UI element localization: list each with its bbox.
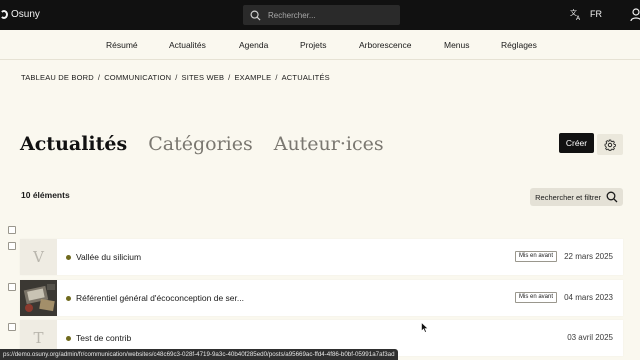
status-dot [66, 336, 71, 341]
svg-text:A: A [576, 15, 581, 20]
breadcrumb-separator: / [97, 73, 101, 82]
breadcrumb: TABLEAU DE BORD / COMMUNICATION / SITES … [21, 73, 330, 82]
menu-item-arborescence[interactable]: Arborescence [359, 40, 411, 50]
items-count: 10 éléments [21, 190, 70, 200]
search-icon [606, 191, 618, 203]
gear-icon [604, 139, 616, 151]
link-status-bar: ps://demo.osuny.org/admin/fr/communicati… [0, 349, 398, 360]
search-input[interactable] [268, 10, 388, 20]
list-item[interactable]: V Vallée du silicium Mis en avant 22 mar… [20, 239, 623, 275]
post-date: 03 avril 2025 [567, 333, 613, 342]
settings-button[interactable] [597, 134, 623, 155]
row-checkbox[interactable] [8, 242, 16, 250]
breadcrumb-current: ACTUALITÉS [281, 73, 330, 82]
language-selector[interactable]: 文 A FR [570, 8, 602, 20]
menu-item-menus[interactable]: Menus [444, 40, 470, 50]
row-checkbox[interactable] [8, 283, 16, 291]
post-thumbnail-image [20, 280, 57, 316]
breadcrumb-websites[interactable]: SITES WEB [182, 73, 225, 82]
menu-item-reglages[interactable]: Réglages [501, 40, 537, 50]
search-filter-button[interactable]: Rechercher et filtrer [530, 188, 623, 206]
post-title[interactable]: Référentiel général d'écoconception de s… [76, 293, 244, 303]
row-checkbox[interactable] [8, 323, 16, 331]
featured-badge: Mis en avant [515, 292, 558, 303]
tab-auteurices[interactable]: Auteur·ices [274, 133, 384, 155]
menu-item-resume[interactable]: Résumé [106, 40, 138, 50]
cursor-icon [421, 322, 429, 333]
post-thumbnail [20, 280, 57, 316]
featured-badge: Mis en avant [515, 251, 558, 262]
breadcrumb-communication[interactable]: COMMUNICATION [104, 73, 171, 82]
content-tabs: Actualités Catégories Auteur·ices [20, 133, 384, 155]
breadcrumb-separator: / [228, 73, 231, 82]
tab-categories[interactable]: Catégories [148, 133, 253, 155]
search-filter-label: Rechercher et filtrer [535, 192, 601, 202]
status-dot [66, 255, 71, 260]
breadcrumb-dashboard[interactable]: TABLEAU DE BORD [21, 73, 94, 82]
translate-icon: 文 A [570, 8, 581, 20]
post-title[interactable]: Test de contrib [76, 333, 131, 343]
search-icon [250, 10, 261, 21]
list-item[interactable]: Référentiel général d'écoconception de s… [20, 280, 623, 316]
breadcrumb-separator: / [175, 73, 178, 82]
select-all-checkbox[interactable] [8, 226, 16, 234]
breadcrumb-example[interactable]: EXAMPLE [234, 73, 271, 82]
menu-item-actualites[interactable]: Actualités [169, 40, 206, 50]
website-menu: Résumé Actualités Agenda Projets Arbores… [0, 30, 640, 60]
top-bar: Osuny 文 A FR [0, 0, 640, 30]
language-label: FR [590, 9, 602, 19]
post-date: 04 mars 2023 [564, 293, 613, 302]
post-title[interactable]: Vallée du silicium [76, 252, 141, 262]
brand[interactable]: Osuny [0, 9, 40, 20]
tab-actualites[interactable]: Actualités [20, 133, 127, 155]
status-dot [66, 296, 71, 301]
brand-name: Osuny [11, 9, 40, 20]
brand-logo-icon [0, 10, 8, 19]
post-date: 22 mars 2025 [564, 252, 613, 261]
search-box[interactable] [243, 5, 400, 25]
post-thumbnail: V [20, 239, 57, 275]
breadcrumb-separator: / [275, 73, 278, 82]
menu-item-agenda[interactable]: Agenda [239, 40, 268, 50]
create-button[interactable]: Créer [559, 133, 594, 153]
user-icon[interactable] [630, 8, 640, 22]
menu-item-projets[interactable]: Projets [300, 40, 326, 50]
